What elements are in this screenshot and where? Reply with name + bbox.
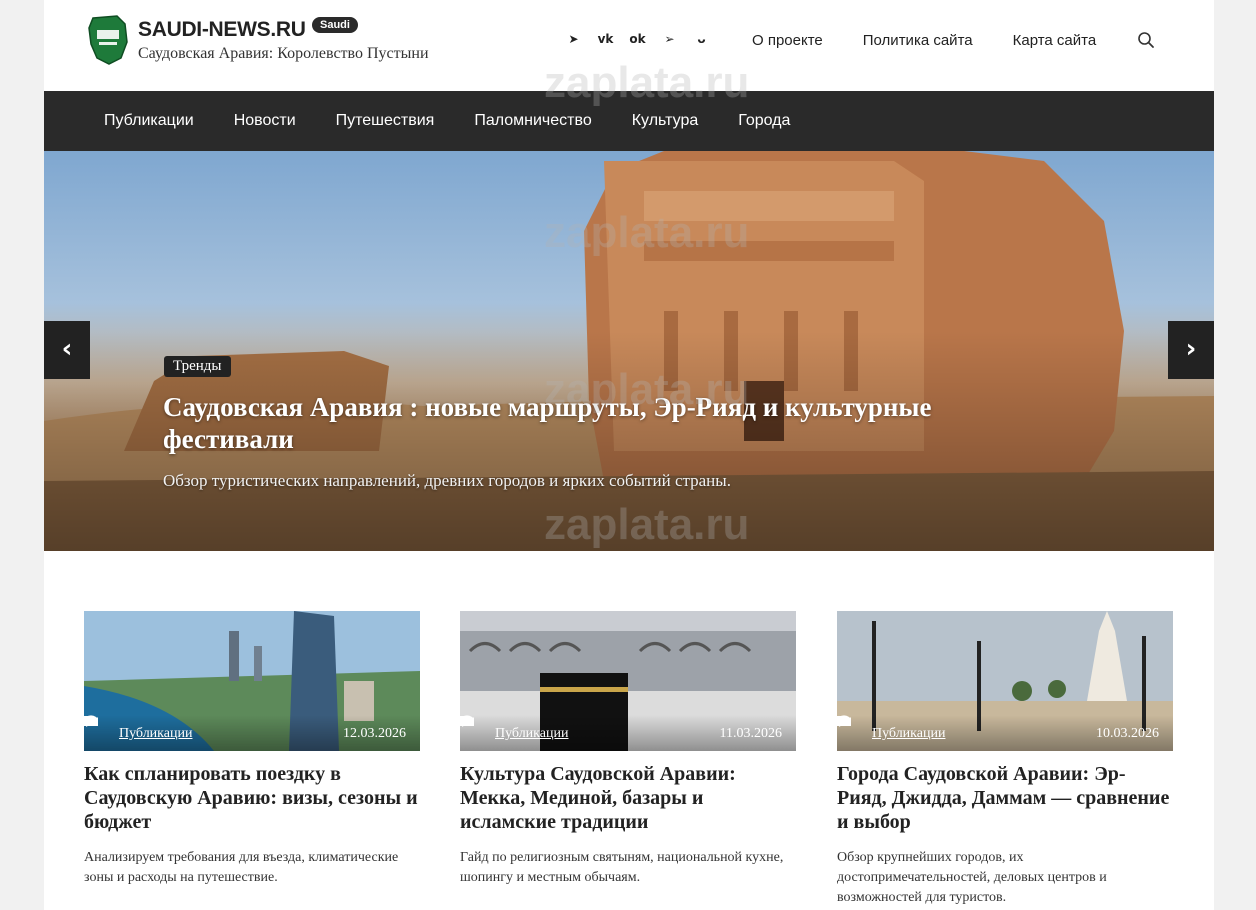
site-tagline: Саудовская Аравия: Королевство Пустыни [138, 45, 429, 62]
slider-next-button[interactable]: › [1168, 321, 1214, 379]
article-title[interactable]: Города Саудовской Аравии: Эр-Рияд, Джидд… [837, 762, 1173, 834]
article-title[interactable]: Как спланировать поездку в Саудовскую Ар… [84, 762, 420, 834]
comments-icon[interactable] [460, 715, 474, 727]
article-category[interactable]: Публикации [119, 726, 192, 742]
smile-icon[interactable]: ᴗ [692, 30, 711, 49]
comments-icon[interactable] [84, 715, 98, 727]
logo-icon[interactable] [87, 14, 129, 66]
article-date: 11.03.2026 [719, 726, 782, 741]
nav-item-culture[interactable]: Культура [632, 91, 699, 151]
article-excerpt: Обзор крупнейших городов, их достопримеч… [837, 850, 1107, 905]
link-policy[interactable]: Политика сайта [863, 32, 973, 49]
article-category[interactable]: Публикации [495, 726, 568, 742]
article-card[interactable]: Публикации 12.03.2026 Как спланировать п… [84, 611, 420, 888]
main-nav: Публикации Новости Путешествия Паломниче… [44, 91, 1214, 151]
hero-tag[interactable]: Тренды [164, 356, 231, 377]
article-excerpt: Гайд по религиозным святыням, национальн… [460, 850, 784, 885]
site-name[interactable]: SAUDI-NEWS.RU [138, 18, 306, 42]
hero-overlay [44, 151, 1214, 551]
nav-item-cities[interactable]: Города [738, 91, 790, 151]
article-date: 10.03.2026 [1096, 726, 1159, 741]
vk-icon[interactable]: vk [596, 30, 615, 49]
social-links: ➤ vk ok ➢ ᴗ [564, 30, 711, 49]
article-title[interactable]: Культура Саудовской Аравии: Мекка, Медин… [460, 762, 796, 834]
article-card[interactable]: Публикации 11.03.2026 Культура Саудовско… [460, 611, 796, 888]
livejournal-icon[interactable]: ➤ [564, 30, 583, 49]
hero-title[interactable]: Саудовская Аравия : новые маршруты, Эр-Р… [163, 391, 1063, 455]
article-meta: Публикации 12.03.2026 [84, 715, 420, 751]
site-badge: Saudi [312, 17, 358, 33]
article-meta: Публикации 11.03.2026 [460, 715, 796, 751]
article-image[interactable]: Публикации 11.03.2026 [460, 611, 796, 751]
hero-subtitle: Обзор туристических направлений, древних… [163, 471, 731, 490]
article-card[interactable]: Публикации 10.03.2026 Города Саудовской … [837, 611, 1173, 908]
nav-item-travel[interactable]: Путешествия [336, 91, 435, 151]
search-icon[interactable] [1137, 31, 1155, 49]
nav-item-pilgrimage[interactable]: Паломничество [474, 91, 591, 151]
nav-item-news[interactable]: Новости [234, 91, 296, 151]
link-about[interactable]: О проекте [752, 32, 823, 49]
page: SAUDI-NEWS.RU Saudi Саудовская Аравия: К… [44, 0, 1214, 910]
telegram-icon[interactable]: ➢ [660, 30, 679, 49]
article-category[interactable]: Публикации [872, 726, 945, 742]
article-excerpt: Анализируем требования для въезда, клима… [84, 850, 399, 885]
nav-item-publications[interactable]: Публикации [104, 91, 194, 151]
article-meta: Публикации 10.03.2026 [837, 715, 1173, 751]
slider-prev-button[interactable]: ‹ [44, 321, 90, 379]
link-sitemap[interactable]: Карта сайта [1013, 32, 1097, 49]
article-image[interactable]: Публикации 12.03.2026 [84, 611, 420, 751]
article-image[interactable]: Публикации 10.03.2026 [837, 611, 1173, 751]
odnoklassniki-icon[interactable]: ok [628, 30, 647, 49]
hero-slider[interactable]: ‹ › Тренды Саудовская Аравия : новые мар… [44, 151, 1214, 551]
comments-icon[interactable] [837, 715, 851, 727]
article-date: 12.03.2026 [343, 726, 406, 741]
top-links: О проекте Политика сайта Карта сайта [752, 32, 1096, 49]
site-header: SAUDI-NEWS.RU Saudi Саудовская Аравия: К… [44, 0, 1214, 91]
